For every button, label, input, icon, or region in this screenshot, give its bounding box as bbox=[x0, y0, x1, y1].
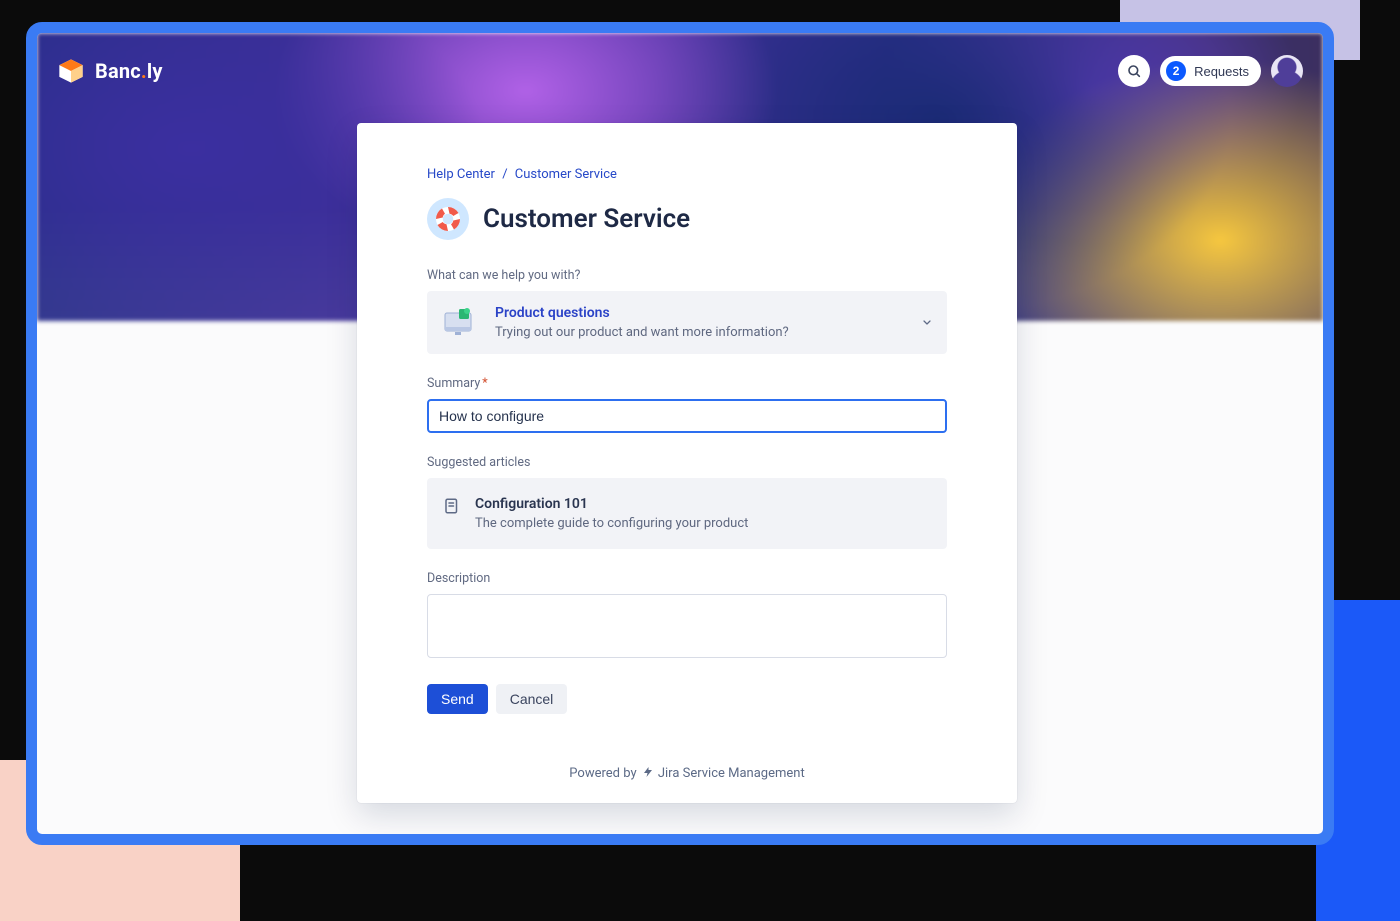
requests-label: Requests bbox=[1194, 64, 1249, 79]
cancel-button[interactable]: Cancel bbox=[496, 684, 568, 714]
description-group: Description bbox=[427, 571, 947, 662]
search-button[interactable] bbox=[1118, 55, 1150, 87]
form-actions: Send Cancel bbox=[427, 684, 947, 714]
breadcrumb-separator: / bbox=[502, 167, 507, 182]
summary-label: Summary* bbox=[427, 376, 947, 391]
chevron-down-icon bbox=[921, 313, 933, 332]
requests-button[interactable]: 2 Requests bbox=[1160, 56, 1261, 86]
suggested-articles-group: Suggested articles Configuration 101 The… bbox=[427, 455, 947, 549]
brand-mark-icon bbox=[57, 57, 85, 85]
send-button[interactable]: Send bbox=[427, 684, 488, 714]
request-type-title: Product questions bbox=[495, 305, 789, 321]
avatar-button[interactable] bbox=[1271, 55, 1303, 87]
bolt-icon bbox=[642, 765, 654, 783]
suggested-article[interactable]: Configuration 101 The complete guide to … bbox=[427, 478, 947, 549]
description-label: Description bbox=[427, 571, 947, 586]
lifebuoy-icon bbox=[427, 198, 469, 240]
description-input[interactable] bbox=[427, 594, 947, 658]
summary-group: Summary* bbox=[427, 376, 947, 433]
article-title: Configuration 101 bbox=[475, 496, 748, 512]
article-subtitle: The complete guide to configuring your p… bbox=[475, 516, 748, 531]
top-bar: Banc.ly 2 Requests bbox=[57, 51, 1303, 91]
brand-logo[interactable]: Banc.ly bbox=[57, 57, 163, 85]
summary-input[interactable] bbox=[427, 399, 947, 433]
request-type-subtitle: Trying out our product and want more inf… bbox=[495, 325, 789, 340]
suggested-label: Suggested articles bbox=[427, 455, 947, 470]
brand-name: Banc.ly bbox=[95, 59, 163, 83]
breadcrumb-root-link[interactable]: Help Center bbox=[427, 167, 495, 182]
requests-count-badge: 2 bbox=[1166, 61, 1186, 81]
app-window: Banc.ly 2 Requests Help Center / Custome… bbox=[26, 22, 1334, 845]
monitor-icon bbox=[441, 305, 481, 337]
powered-by: Powered by Jira Service Management bbox=[357, 765, 1017, 783]
top-right-controls: 2 Requests bbox=[1118, 55, 1303, 87]
help-label: What can we help you with? bbox=[427, 268, 947, 283]
request-type-select[interactable]: Product questions Trying out our product… bbox=[427, 291, 947, 354]
breadcrumb: Help Center / Customer Service bbox=[427, 167, 947, 182]
request-panel: Help Center / Customer Service Customer … bbox=[357, 123, 1017, 803]
page-title: Customer Service bbox=[483, 204, 690, 234]
request-type-group: What can we help you with? Product quest… bbox=[427, 268, 947, 354]
page-header: Customer Service bbox=[427, 198, 947, 240]
article-icon bbox=[443, 496, 461, 520]
search-icon bbox=[1126, 63, 1142, 79]
breadcrumb-current-link[interactable]: Customer Service bbox=[515, 167, 617, 182]
